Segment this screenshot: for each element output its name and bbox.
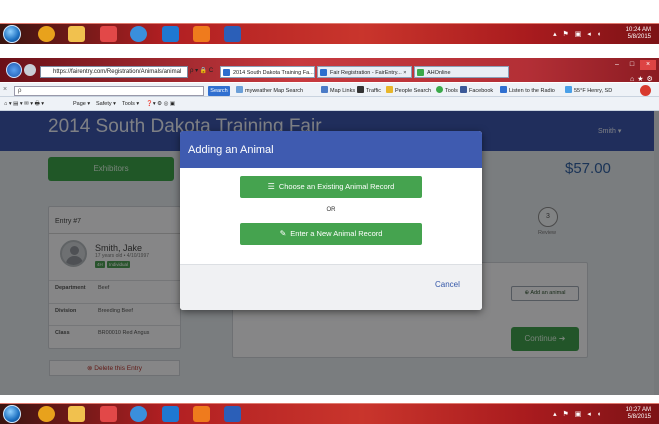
address-bar[interactable]: https://fairentry.com/Registration/Anima… xyxy=(40,66,188,78)
word-icon[interactable] xyxy=(224,406,241,422)
tab-label: AHOnline xyxy=(427,70,451,76)
toolbar-item-label: Map Links xyxy=(330,88,356,94)
toolbar-facebook[interactable]: Facebook xyxy=(460,86,493,96)
system-tray-icons[interactable]: ▴ ⚑ ▣ ◂ ◖ xyxy=(553,30,603,38)
enter-new-animal-button[interactable]: ✎ Enter a New Animal Record xyxy=(240,223,422,245)
skype-icon[interactable] xyxy=(162,26,179,42)
tools-icon xyxy=(436,86,443,93)
address-controls[interactable]: ρ ▾ 🔒 C xyxy=(190,67,213,74)
paint-icon[interactable] xyxy=(193,406,210,422)
app-red-icon[interactable] xyxy=(100,406,117,422)
media-player-icon[interactable] xyxy=(38,406,55,422)
toolbar-item-label: People Search xyxy=(395,88,432,94)
back-button[interactable] xyxy=(6,62,22,78)
maximize-button[interactable]: □ xyxy=(625,60,639,70)
minimize-button[interactable]: – xyxy=(610,60,624,70)
media-player-icon[interactable] xyxy=(38,26,55,42)
toolbar-people-search[interactable]: People Search xyxy=(386,86,431,96)
system-tray-icons[interactable]: ▴ ⚑ ▣ ◂ ◖ xyxy=(553,410,603,418)
facebook-icon xyxy=(460,86,467,93)
toolbar-map-search[interactable]: myweather Map Search xyxy=(236,86,303,96)
command-bar-extra-icons[interactable]: ❓▾ ⚙ ◎ ▣ xyxy=(146,100,175,108)
tray-time: 10:24 AM xyxy=(625,27,651,33)
taskbar-bottom: ▴ ⚑ ▣ ◂ ◖ 10:27 AM 5/8/2015 xyxy=(0,403,659,424)
menu-tools[interactable]: Tools ▾ xyxy=(122,100,139,108)
address-url: https://fairentry.com/Registration/Anima… xyxy=(53,69,182,75)
map-icon xyxy=(236,86,243,93)
paint-icon[interactable] xyxy=(193,26,210,42)
search-placeholder: ρ xyxy=(18,88,22,94)
tab-label: 2014 South Dakota Training Fa... xyxy=(233,70,314,76)
word-icon[interactable] xyxy=(224,26,241,42)
cancel-button[interactable]: Cancel xyxy=(435,280,460,289)
tray-date: 5/8/2015 xyxy=(627,414,651,420)
tab-training-fair[interactable]: 2014 South Dakota Training Fa... xyxy=(220,66,315,78)
choose-existing-label: Choose an Existing Animal Record xyxy=(278,182,395,191)
list-icon: ☰ xyxy=(267,182,275,191)
file-explorer-icon[interactable] xyxy=(68,406,85,422)
map-links-icon xyxy=(321,86,328,93)
file-explorer-icon[interactable] xyxy=(68,26,85,42)
close-window-button[interactable]: × xyxy=(640,60,656,70)
modal-header: Adding an Animal xyxy=(180,131,482,168)
taskbar-top: ▴ ⚑ ▣ ◂ ◖ 10:24 AM 5/8/2015 xyxy=(0,23,659,44)
skype-icon[interactable] xyxy=(162,406,179,422)
toolbar-item-label: Listen to the Radio xyxy=(509,88,555,94)
home-favorites-settings-icons[interactable]: ⌂★⚙ xyxy=(630,75,656,83)
tray-clock[interactable]: 10:24 AM 5/8/2015 xyxy=(626,27,651,41)
pencil-icon: ✎ xyxy=(279,229,287,238)
tray-clock[interactable]: 10:27 AM 5/8/2015 xyxy=(626,407,651,421)
toolbar-search-input[interactable]: ρ xyxy=(14,86,204,96)
toolbar-item-label: Tools xyxy=(445,88,458,94)
toolbar-item-label: 55°F Henry, SD xyxy=(574,88,613,94)
menu-page[interactable]: Page ▾ xyxy=(73,100,90,108)
toolbar-search-button[interactable]: Search xyxy=(208,86,230,96)
toolbar-map-links[interactable]: Map Links xyxy=(321,86,355,96)
tab-favicon-icon xyxy=(223,69,230,76)
toolbar-item-label: Facebook xyxy=(469,88,494,94)
toolbar-traffic[interactable]: Traffic xyxy=(357,86,381,96)
start-button[interactable] xyxy=(3,405,21,423)
tray-date: 5/8/2015 xyxy=(627,34,651,40)
enter-new-label: Enter a New Animal Record xyxy=(290,229,383,238)
radio-play-icon xyxy=(500,86,507,93)
close-toolbar-icon[interactable]: × xyxy=(3,86,7,93)
tab-ahonline[interactable]: AHOnline xyxy=(414,66,509,78)
tab-favicon-icon xyxy=(320,69,327,76)
traffic-icon xyxy=(357,86,364,93)
internet-explorer-icon[interactable] xyxy=(130,406,147,422)
toolbar-weather[interactable]: 55°F Henry, SD xyxy=(565,86,612,96)
forward-button[interactable] xyxy=(24,64,36,76)
internet-explorer-icon[interactable] xyxy=(130,26,147,42)
toolbar-item-label: myweather Map Search xyxy=(245,88,304,94)
command-bar-icons[interactable]: ⌂ ▾ ▤ ▾ ✉ ▾ 🖶 ▾ xyxy=(4,100,44,108)
people-search-icon xyxy=(386,86,393,93)
tab-label: Fair Registration - FairEntry... × xyxy=(330,70,407,76)
modal-title: Adding an Animal xyxy=(188,144,274,156)
tab-fair-registration[interactable]: Fair Registration - FairEntry... × xyxy=(317,66,412,78)
weather-icon xyxy=(565,86,572,93)
choose-existing-animal-button[interactable]: ☰ Choose an Existing Animal Record xyxy=(240,176,422,198)
or-separator: OR xyxy=(326,207,336,213)
tab-favicon-icon xyxy=(417,69,424,76)
ask-toolbar-icon[interactable] xyxy=(640,85,651,96)
toolbar-item-label: Traffic xyxy=(366,88,381,94)
start-button[interactable] xyxy=(3,25,21,43)
toolbar-tools[interactable]: Tools xyxy=(436,86,458,96)
menu-safety[interactable]: Safety ▾ xyxy=(96,100,116,108)
toolbar-radio[interactable]: Listen to the Radio xyxy=(500,86,555,96)
tray-time: 10:27 AM xyxy=(625,407,651,413)
app-red-icon[interactable] xyxy=(100,26,117,42)
